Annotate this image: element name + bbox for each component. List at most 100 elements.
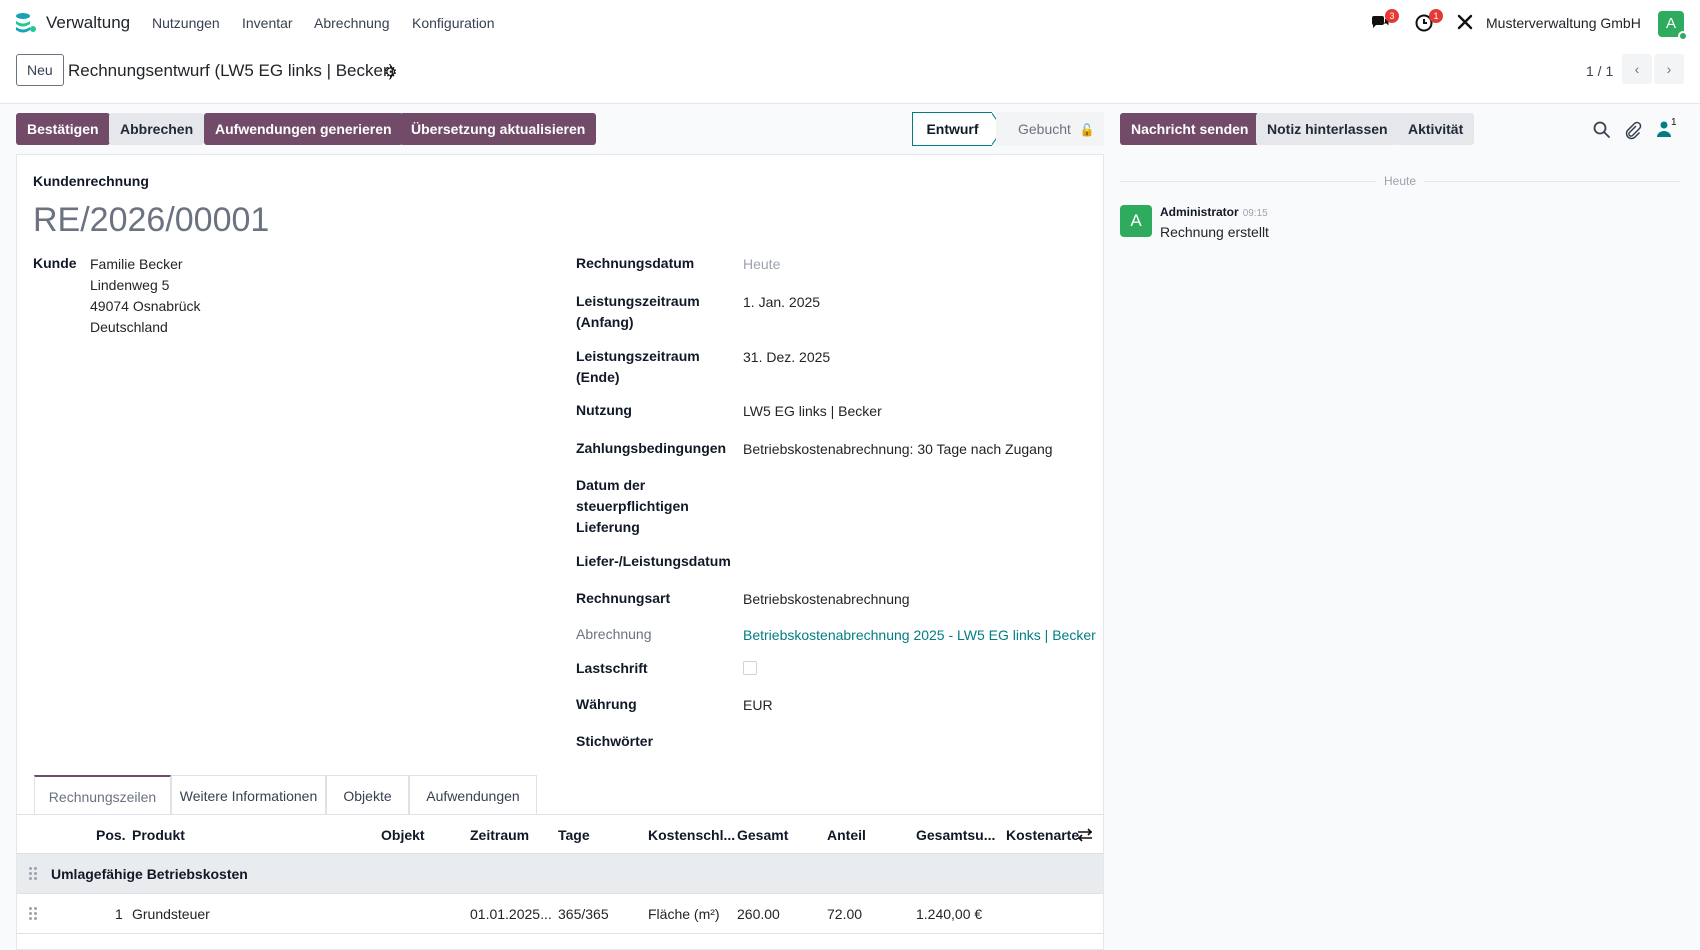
currency-label: Währung — [576, 696, 637, 712]
cancel-button[interactable]: Abbrechen — [109, 113, 205, 145]
paperclip-icon[interactable] — [1622, 120, 1642, 140]
app-logo-icon[interactable] — [14, 11, 38, 35]
column-days[interactable]: Tage — [558, 827, 590, 843]
table-header: Pos. Produkt Objekt Zeitraum Tage Kosten… — [17, 814, 1103, 854]
cell-pos: 1 — [115, 906, 123, 922]
delivery-date-field[interactable] — [743, 552, 1043, 573]
stage-draft[interactable]: Entwurf — [912, 112, 992, 146]
drag-handle-icon[interactable] — [29, 907, 39, 921]
cell-share: 72.00 — [827, 906, 863, 922]
previous-record-button[interactable]: ‹ — [1622, 54, 1652, 84]
search-icon[interactable] — [1592, 120, 1612, 140]
record-title: Rechnungsentwurf (LW5 EG links | Becker) — [68, 61, 395, 80]
customer-label: Kunde — [33, 255, 77, 271]
period-start-field[interactable]: 1. Jan. 2025 — [743, 292, 820, 313]
settlement-label: Abrechnung — [576, 626, 652, 642]
payment-terms-label: Zahlungsbedingungen — [576, 440, 727, 456]
next-record-button[interactable]: › — [1654, 54, 1684, 84]
column-settings-icon[interactable] — [1077, 827, 1093, 843]
log-note-button[interactable]: Notiz hinterlassen — [1256, 113, 1399, 145]
chevron-right-icon: › — [1666, 61, 1672, 77]
column-pos[interactable]: Pos. — [96, 827, 126, 843]
settlement-link[interactable]: Betriebskostenabrechnung 2025 - LW5 EG l… — [743, 625, 1096, 646]
currency-field[interactable]: EUR — [743, 695, 773, 716]
user-initial: A — [1665, 15, 1676, 32]
taxable-supply-field[interactable] — [743, 476, 1043, 497]
column-period[interactable]: Zeitraum — [470, 827, 529, 843]
message-author[interactable]: Administrator — [1160, 205, 1239, 219]
column-sum[interactable]: Gesamtsu... — [916, 827, 995, 843]
control-panel: Neu Rechnungsentwurf (LW5 EG links | Bec… — [0, 46, 1700, 104]
confirm-button[interactable]: Bestätigen — [16, 113, 110, 145]
message-header: Administrator 09:15 — [1160, 205, 1268, 219]
column-object[interactable]: Objekt — [381, 827, 425, 843]
tags-field[interactable] — [743, 732, 1043, 753]
invoice-kind-label: Rechnungsart — [576, 590, 671, 606]
column-product[interactable]: Produkt — [132, 827, 185, 843]
period-start-label-line1: Leistungszeitraum — [576, 293, 700, 309]
invoice-type-label: Kundenrechnung — [33, 173, 149, 189]
taxable-supply-label-line1: Datum der — [576, 477, 646, 493]
column-share[interactable]: Anteil — [827, 827, 866, 843]
tab-invoice-lines[interactable]: Rechnungszeilen — [34, 775, 171, 815]
followers-button[interactable]: 1 — [1656, 117, 1686, 140]
stage-posted[interactable]: Gebucht 🔓 — [996, 112, 1104, 146]
period-start-label-line2: (Anfang) — [576, 314, 634, 330]
gear-icon[interactable]: ⚙ — [384, 63, 397, 81]
tools-icon — [1457, 14, 1473, 30]
tab-expenses[interactable]: Aufwendungen — [409, 775, 537, 815]
payment-terms-field[interactable]: Betriebskostenabrechnung: 30 Tage nach Z… — [743, 439, 1053, 460]
new-record-button[interactable]: Neu — [16, 54, 64, 86]
usage-field[interactable]: LW5 EG links | Becker — [743, 401, 882, 422]
invoice-number: RE/2026/00001 — [33, 201, 270, 239]
tab-objects[interactable]: Objekte — [326, 775, 409, 815]
section-title: Umlagefähige Betriebskosten — [51, 866, 248, 882]
send-message-button[interactable]: Nachricht senden — [1120, 113, 1260, 145]
cell-product: Grundsteuer — [132, 906, 210, 922]
column-cost-key[interactable]: Kostenschl... — [648, 827, 735, 843]
activity-button[interactable]: Aktivität — [1397, 113, 1475, 145]
invoice-date-label: Rechnungsdatum — [576, 255, 695, 271]
menu-abrechnung[interactable]: Abrechnung — [314, 15, 390, 31]
customer-address[interactable]: Familie Becker Lindenweg 5 49074 Osnabrü… — [90, 254, 201, 338]
taxable-supply-label-line2: steuerpflichtigen — [576, 498, 689, 514]
update-translation-button[interactable]: Übersetzung aktualisieren — [400, 113, 597, 145]
company-name[interactable]: Musterverwaltung GmbH — [1486, 15, 1641, 31]
drag-handle-icon[interactable] — [29, 867, 39, 881]
customer-street: Lindenweg 5 — [90, 277, 170, 293]
period-end-label-line1: Leistungszeitraum — [576, 348, 700, 364]
followers-count: 1 — [1671, 117, 1677, 128]
stage-posted-label: Gebucht — [1018, 121, 1071, 137]
taxable-supply-label: Datum der steuerpflichtigen Lieferung — [576, 475, 689, 538]
column-cost-type[interactable]: Kostenarte — [1006, 827, 1079, 843]
menu-nutzungen[interactable]: Nutzungen — [152, 15, 220, 31]
lock-open-icon: 🔓 — [1079, 123, 1095, 137]
menu-konfiguration[interactable]: Konfiguration — [412, 15, 495, 31]
table-row[interactable]: 1 Grundsteuer 01.01.2025... 365/365 Fläc… — [17, 894, 1103, 934]
app-name[interactable]: Verwaltung — [46, 13, 130, 33]
period-end-field[interactable]: 31. Dez. 2025 — [743, 347, 830, 368]
message-author-avatar[interactable]: A — [1120, 205, 1152, 237]
pager-value[interactable]: 1 / 1 — [1586, 63, 1613, 79]
activities-badge: 1 — [1429, 9, 1443, 23]
generate-expenses-button[interactable]: Aufwendungen generieren — [204, 113, 403, 145]
direct-debit-checkbox[interactable] — [743, 661, 757, 675]
chevron-left-icon: ‹ — [1634, 61, 1640, 77]
invoice-date-field[interactable]: Heute — [743, 254, 780, 275]
menu-inventar[interactable]: Inventar — [242, 15, 293, 31]
activities-button[interactable]: 1 — [1414, 9, 1443, 34]
status-bar: Entwurf Gebucht 🔓 — [912, 112, 1104, 146]
messages-button[interactable]: 3 — [1370, 9, 1399, 34]
customer-city: 49074 Osnabrück — [90, 298, 201, 314]
user-avatar[interactable]: A — [1658, 11, 1688, 41]
top-navbar: Verwaltung Nutzungen Inventar Abrechnung… — [0, 0, 1700, 46]
tab-more-info[interactable]: Weitere Informationen — [171, 775, 326, 815]
section-row[interactable]: Umlagefähige Betriebskosten — [17, 854, 1103, 894]
column-total[interactable]: Gesamt — [737, 827, 788, 843]
cell-days: 365/365 — [558, 906, 609, 922]
debug-tools-button[interactable] — [1455, 12, 1477, 34]
chatter-date-label: Heute — [1376, 174, 1425, 188]
cell-sum: 1.240,00 € — [916, 906, 983, 922]
message-time: 09:15 — [1242, 208, 1268, 219]
invoice-kind-field[interactable]: Betriebskostenabrechnung — [743, 589, 910, 610]
